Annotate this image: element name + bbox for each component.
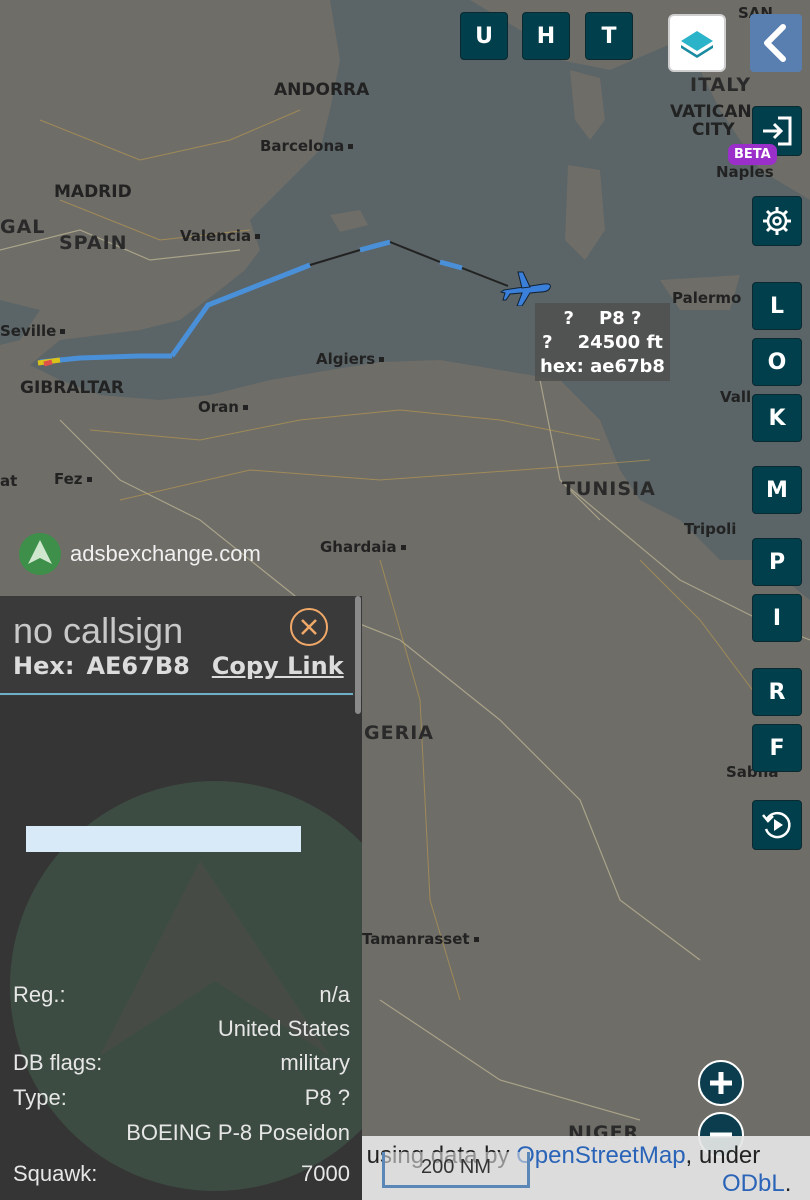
airplane-icon[interactable] [500,266,552,306]
panel-header: no callsign Hex: AE67B8 Copy Link [0,596,362,696]
toggle-m-button[interactable]: M [752,466,802,514]
login-icon [763,116,792,146]
toggle-i-button[interactable]: I [752,594,802,642]
map-label-italy: ITALY [690,74,752,96]
map-label-oran: Oran [198,398,248,416]
map-scale: 200 NM [382,1152,530,1188]
panel-scrollbar[interactable] [355,596,361,714]
aircraft-label[interactable]: ? P8 ? ? 24500 ft hex: ae67b8 [535,303,670,381]
map-label-at: at [0,472,18,490]
chevron-left-icon [764,24,786,62]
callsign: no callsign [13,610,184,651]
zoom-in-button[interactable] [698,1060,744,1106]
map-label-vatican: VATICAN [670,102,752,122]
info-value: BOEING P-8 Poseidon [126,1120,350,1145]
map-label-tamanrasset: Tamanrasset [362,930,479,948]
replay-button[interactable] [752,800,802,850]
map-label-valencia: Valencia [180,227,261,245]
map-label-gibraltar: GIBRALTAR [20,378,125,398]
info-key: Squawk: [13,1161,98,1186]
toggle-t-button[interactable]: T [585,12,633,60]
watermark-text: adsbexchange.com [70,541,261,566]
copy-link[interactable]: Copy Link [212,652,344,680]
info-value: P8 ? [304,1085,350,1110]
odbl-link[interactable]: ODbL [722,1170,785,1197]
map-label-barcelona: Barcelona [260,137,354,155]
map-label-ghardaia: Ghardaia [320,538,406,556]
close-icon [301,619,317,635]
map-label-naples: Naples [716,163,774,181]
toggle-l-button[interactable]: L [752,282,802,330]
map-label-algiers: Algiers [316,350,385,368]
info-key: Reg.: [13,982,66,1007]
map-label-seville: Seville [0,322,66,340]
info-key: DB flags: [13,1050,103,1075]
header-divider [0,693,353,695]
attribution-suffix: , under [685,1142,761,1169]
hex-line: Hex: AE67B8 Copy Link [13,652,344,680]
map-label-tunisia: TUNISIA [562,478,656,500]
adsbexchange-logo-icon [19,533,61,575]
info-key: Type: [13,1085,67,1110]
info-value: n/a [319,982,350,1007]
map-label-vall: Vall [720,388,752,406]
layers-icon [681,31,713,58]
toggle-h-button[interactable]: H [522,12,570,60]
map-label-gal: GAL [0,216,46,238]
aircraft-label-hex: hex: ae67b8 [540,356,665,377]
toggle-r-button[interactable]: R [752,668,802,716]
beta-badge: BETA [728,144,777,165]
close-panel-button[interactable] [290,608,328,646]
toggle-f-button[interactable]: F [752,724,802,772]
settings-button[interactable] [752,196,802,246]
map-label-andorra: ANDORRA [274,80,370,100]
info-value: 7000 [301,1161,350,1186]
map-label-madrid: MADRID [54,182,132,202]
toggle-p-button[interactable]: P [752,538,802,586]
back-button[interactable] [750,14,802,72]
toggle-u-button[interactable]: U [460,12,508,60]
info-value: United States [217,1016,350,1041]
toggle-o-button[interactable]: O [752,338,802,386]
attribution-end: . [784,1170,792,1197]
replay-icon [762,811,791,839]
map-label-spain: SPAIN [59,232,128,254]
layers-button[interactable] [668,14,726,72]
toggle-k-button[interactable]: K [752,394,802,442]
gear-icon [763,207,791,235]
hex-label: Hex: [13,652,75,680]
map-label-geria: GERIA [364,722,434,744]
hex-value: AE67B8 [86,652,190,680]
plus-icon [710,1072,732,1094]
adsbexchange-watermark: adsbexchange.com [18,532,261,576]
map-label-tripoli: Tripoli [684,520,737,538]
map-label-fez: Fez [54,470,92,488]
map-label-palermo: Palermo [672,289,742,307]
info-value: military [280,1050,350,1075]
aircraft-photo-placeholder[interactable] [26,826,301,852]
aircraft-label-type: ? P8 ? [563,308,642,329]
aircraft-label-altitude: ? 24500 ft [542,332,663,353]
openstreetmap-link[interactable]: OpenStreetMap [516,1142,685,1169]
map-label-city: CITY [692,120,735,140]
aircraft-info-panel: no callsign Hex: AE67B8 Copy Link Reg.: … [0,596,362,1200]
